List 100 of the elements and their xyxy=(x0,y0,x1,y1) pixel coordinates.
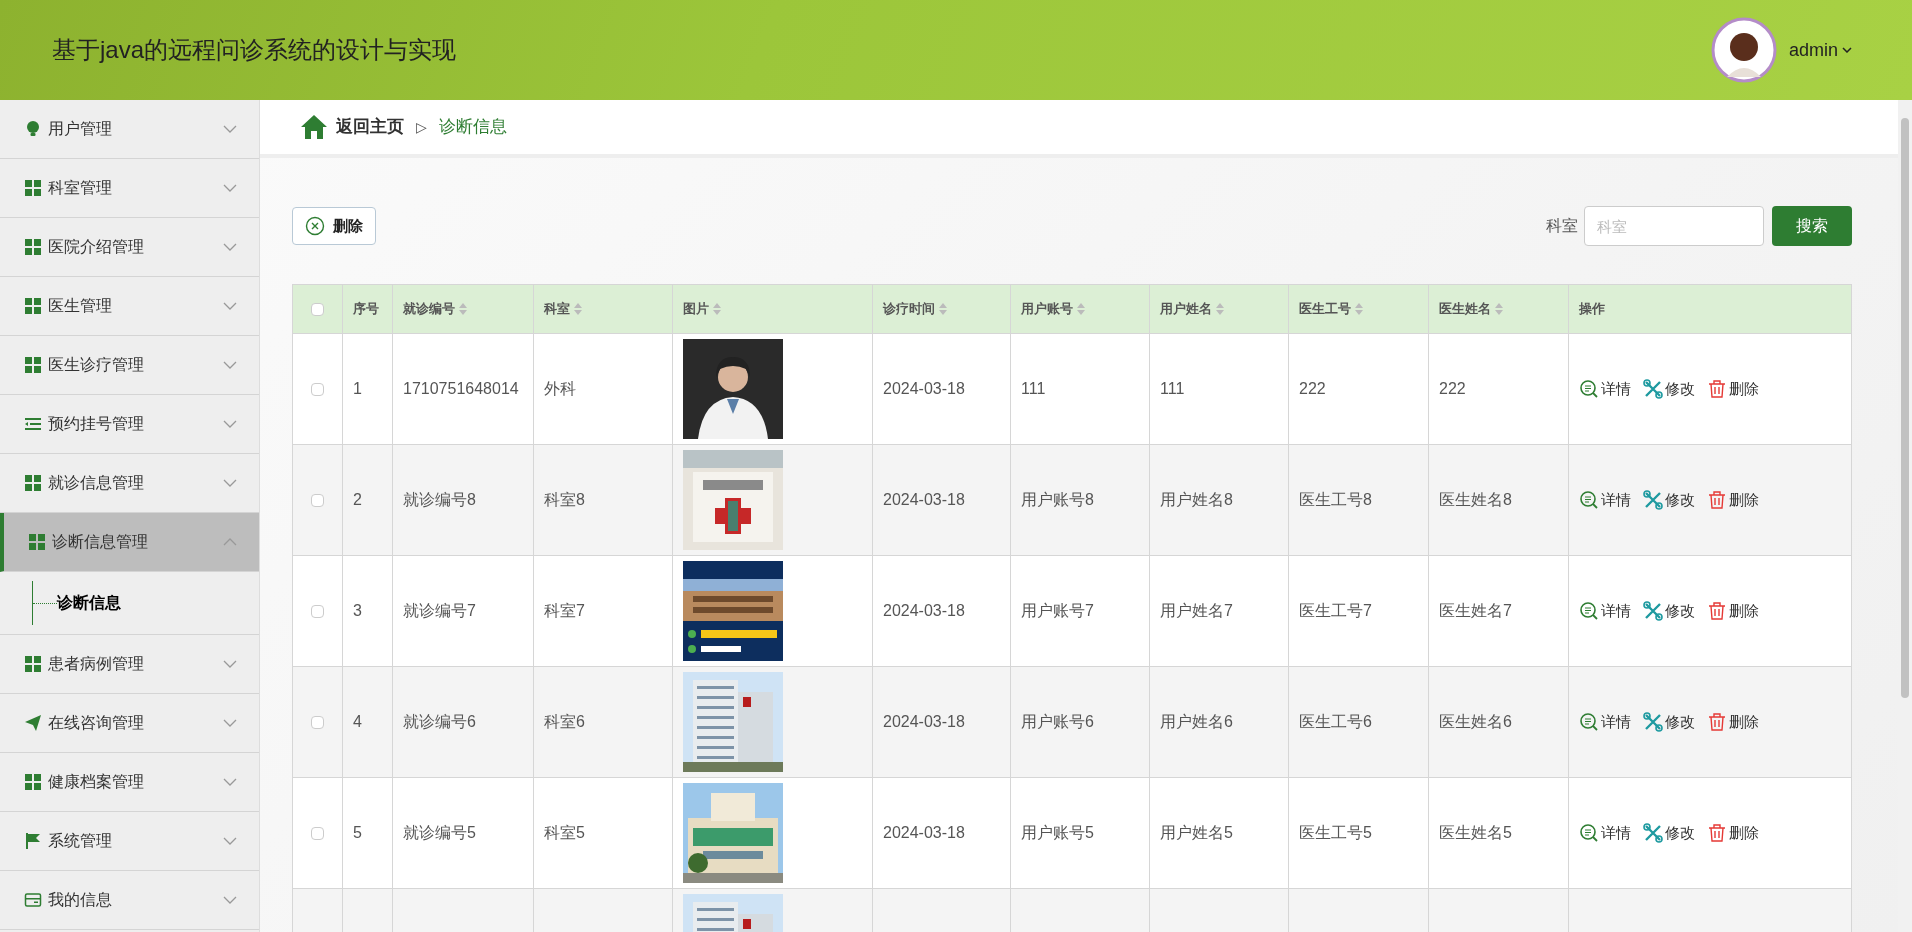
search-field[interactable]: 科室 xyxy=(1584,206,1764,246)
table-cell-text: 用户姓名7 xyxy=(1160,601,1233,621)
delete-link[interactable]: 删除 xyxy=(1707,377,1759,401)
table-cell-text: 5 xyxy=(353,823,362,843)
row-checkbox[interactable] xyxy=(311,826,324,840)
table-cell-text: 用户账号8 xyxy=(1021,490,1094,510)
table-cell-text: 医生工号6 xyxy=(1299,712,1372,732)
row-checkbox[interactable] xyxy=(311,302,324,316)
search-button[interactable]: 搜索 xyxy=(1772,206,1852,246)
sidebar-label: 系统管理 xyxy=(48,831,113,851)
grid-icon xyxy=(24,297,42,315)
sidebar-item[interactable]: 健康档案管理 xyxy=(0,753,259,812)
grid-icon xyxy=(24,356,42,374)
sidebar-label: 诊断信息管理 xyxy=(52,532,149,552)
detail-link[interactable]: 详情 xyxy=(1579,377,1631,401)
home-link[interactable]: 返回主页 xyxy=(336,114,404,140)
magnifier-list-icon xyxy=(1579,601,1599,621)
table-cell-text: 用户账号5 xyxy=(1021,823,1094,843)
delete-link[interactable]: 删除 xyxy=(1707,599,1759,623)
edit-link[interactable]: 修改 xyxy=(1643,599,1695,623)
table-cell-text: 用户姓名5 xyxy=(1160,823,1233,843)
chevron-down-icon xyxy=(223,479,237,487)
breadcrumb-current: 诊断信息 xyxy=(439,116,507,139)
table-cell-text: 111 xyxy=(1021,379,1046,399)
table-cell-text: 科室6 xyxy=(544,712,585,732)
lightbulb-icon xyxy=(24,120,42,138)
chevron-down-icon xyxy=(223,719,237,727)
table-cell-text: 医生工号7 xyxy=(1299,601,1372,621)
sidebar-subitem[interactable]: 诊断信息 xyxy=(57,591,121,615)
chevron-down-icon xyxy=(223,420,237,428)
sidebar-label: 患者病例管理 xyxy=(48,654,145,674)
sidebar-label: 科室管理 xyxy=(48,178,113,198)
edit-link[interactable]: 修改 xyxy=(1643,377,1695,401)
magnifier-list-icon xyxy=(1579,490,1599,510)
column-label: 用户账号 xyxy=(1021,300,1073,319)
column-label: 科室 xyxy=(544,300,570,319)
sidebar-item[interactable]: 患者病例管理 xyxy=(0,635,259,694)
tools-icon xyxy=(1643,823,1663,843)
chevron-down-icon xyxy=(223,837,237,845)
table-cell-text: 医生姓名6 xyxy=(1439,712,1512,732)
sidebar-item[interactable]: 医院介绍管理 xyxy=(0,218,259,277)
edit-link[interactable]: 修改 xyxy=(1643,821,1695,845)
chevron-down-icon xyxy=(223,361,237,369)
table-cell-text: 医生姓名8 xyxy=(1439,490,1512,510)
column-label: 用户姓名 xyxy=(1160,300,1212,319)
column-label: 医生姓名 xyxy=(1439,300,1491,319)
column-label: 序号 xyxy=(353,300,379,319)
table-cell-text: 医生姓名7 xyxy=(1439,601,1512,621)
table-cell-text: 外科 xyxy=(544,379,576,399)
table-cell-text: 2024-03-18 xyxy=(883,712,965,732)
grid-icon xyxy=(24,655,42,673)
table-cell-text: 就诊编号8 xyxy=(403,490,476,510)
avatar-icon xyxy=(1710,17,1777,83)
row-checkbox[interactable] xyxy=(311,382,324,396)
sidebar-item[interactable]: 用户管理 xyxy=(0,100,259,159)
trash-icon xyxy=(1707,379,1727,399)
sidebar-item[interactable]: 医生诊疗管理 xyxy=(0,336,259,395)
chevron-down-icon xyxy=(223,184,237,192)
sidebar-item[interactable]: 在线咨询管理 xyxy=(0,694,259,753)
table-cell-text: 科室7 xyxy=(544,601,585,621)
tools-icon xyxy=(1643,379,1663,399)
sidebar-item[interactable]: 诊断信息管理 xyxy=(0,513,259,572)
table-cell-text: 2024-03-18 xyxy=(883,823,965,843)
column-label: 操作 xyxy=(1579,300,1605,319)
sidebar-item[interactable]: 医生管理 xyxy=(0,277,259,336)
sidebar-item[interactable]: 预约挂号管理 xyxy=(0,395,259,454)
sidebar-item[interactable]: 科室管理 xyxy=(0,159,259,218)
table-cell-text: 科室8 xyxy=(544,490,585,510)
sidebar-item[interactable]: 系统管理 xyxy=(0,812,259,871)
row-checkbox[interactable] xyxy=(311,715,324,729)
sidebar-item[interactable]: 我的信息 xyxy=(0,871,259,930)
chevron-down-icon xyxy=(223,778,237,786)
row-checkbox[interactable] xyxy=(311,493,324,507)
detail-link[interactable]: 详情 xyxy=(1579,821,1631,845)
table-cell-text: 用户账号6 xyxy=(1021,712,1094,732)
delete-link[interactable]: 删除 xyxy=(1707,710,1759,734)
magnifier-list-icon xyxy=(1579,712,1599,732)
sidebar-label: 我的信息 xyxy=(48,890,113,910)
row-checkbox[interactable] xyxy=(311,604,324,618)
column-label: 诊疗时间 xyxy=(883,300,935,319)
close-circle-icon xyxy=(305,216,325,236)
column-header[interactable]: 操作 xyxy=(1569,285,1851,333)
user-menu[interactable]: admin xyxy=(1788,36,1852,64)
chevron-up-icon xyxy=(223,538,237,546)
detail-link[interactable]: 详情 xyxy=(1579,710,1631,734)
delete-link[interactable]: 删除 xyxy=(1707,488,1759,512)
detail-link[interactable]: 详情 xyxy=(1579,488,1631,512)
table-cell-text: 1 xyxy=(353,379,362,399)
delete-link[interactable]: 删除 xyxy=(1707,821,1759,845)
chevron-down-icon xyxy=(223,125,237,133)
list-icon xyxy=(24,415,42,433)
edit-link[interactable]: 修改 xyxy=(1643,488,1695,512)
table-cell-text: 2024-03-18 xyxy=(883,379,965,399)
sidebar-label: 健康档案管理 xyxy=(48,772,145,792)
detail-link[interactable]: 详情 xyxy=(1579,599,1631,623)
table-cell-text: 111 xyxy=(1160,379,1185,399)
tools-icon xyxy=(1643,712,1663,732)
edit-link[interactable]: 修改 xyxy=(1643,710,1695,734)
table-cell-text: 医生工号5 xyxy=(1299,823,1372,843)
delete-button[interactable]: 删除 xyxy=(292,207,376,245)
